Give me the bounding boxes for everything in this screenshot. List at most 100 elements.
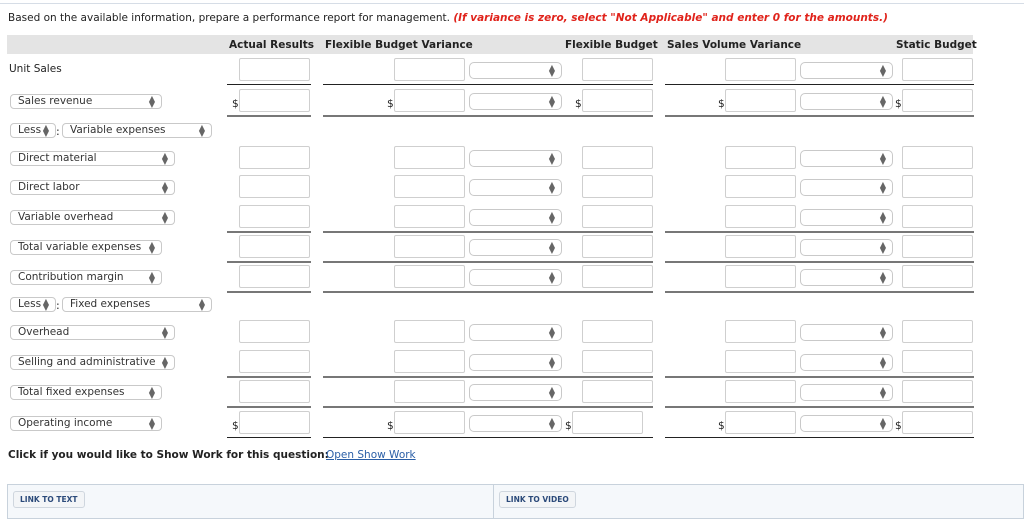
flexible-budget-input[interactable] [582,320,653,343]
static-budget-input[interactable] [902,235,973,258]
static-budget-input[interactable] [902,411,973,434]
static-budget-input[interactable] [902,58,973,81]
flexible-budget-input[interactable] [582,380,653,403]
row-select-total-fixed-expenses[interactable]: Total fixed expenses ▲ ▼ [10,385,162,400]
link-to-text-button[interactable]: LINK TO TEXT [13,491,85,508]
sales-volume-variance-type-select[interactable]: ▲ ▼ [800,384,893,401]
static-budget-input[interactable] [902,350,973,373]
flexible-budget-variance-input[interactable] [394,146,465,169]
sales-volume-variance-input[interactable] [725,380,796,403]
flexible-budget-variance-type-select[interactable]: ▲ ▼ [469,324,562,341]
sales-volume-variance-type-select[interactable]: ▲ ▼ [800,150,893,167]
sales-volume-variance-input[interactable] [725,350,796,373]
flexible-budget-variance-input[interactable] [394,205,465,228]
flexible-budget-variance-type-select[interactable]: ▲ ▼ [469,62,562,79]
flexible-budget-input[interactable] [582,146,653,169]
row-select-total-variable-expenses[interactable]: Total variable expenses ▲ ▼ [10,240,162,255]
sales-volume-variance-type-select[interactable]: ▲ ▼ [800,415,893,432]
flexible-budget-variance-input[interactable] [394,235,465,258]
flexible-budget-input[interactable] [582,350,653,373]
flexible-budget-input[interactable] [582,205,653,228]
actual-results-input[interactable] [239,380,310,403]
less-select[interactable]: Less ▲ ▼ [10,297,56,312]
underline-flexible [323,261,653,263]
flexible-budget-variance-input[interactable] [394,89,465,112]
sales-volume-variance-input[interactable] [725,411,796,434]
flexible-budget-variance-type-select[interactable]: ▲ ▼ [469,150,562,167]
sales-volume-variance-input[interactable] [725,89,796,112]
row-select-operating-income[interactable]: Operating income ▲ ▼ [10,416,162,431]
sales-volume-variance-input[interactable] [725,146,796,169]
sales-volume-variance-input[interactable] [725,58,796,81]
flexible-budget-variance-type-select[interactable]: ▲ ▼ [469,209,562,226]
flexible-budget-variance-type-select[interactable]: ▲ ▼ [469,269,562,286]
header-static-budget: Static Budget [896,39,977,51]
flexible-budget-variance-type-select[interactable]: ▲ ▼ [469,93,562,110]
sales-volume-variance-type-select[interactable]: ▲ ▼ [800,239,893,256]
static-budget-input[interactable] [902,175,973,198]
flexible-budget-variance-input[interactable] [394,58,465,81]
static-budget-input[interactable] [902,320,973,343]
flexible-budget-variance-input[interactable] [394,175,465,198]
sales-volume-variance-type-select[interactable]: ▲ ▼ [800,354,893,371]
flexible-budget-variance-type-select[interactable]: ▲ ▼ [469,415,562,432]
sales-volume-variance-type-select[interactable]: ▲ ▼ [800,62,893,79]
sales-volume-variance-input[interactable] [725,320,796,343]
flexible-budget-variance-input[interactable] [394,320,465,343]
sales-volume-variance-type-select[interactable]: ▲ ▼ [800,269,893,286]
row-select-selling-and-administrative[interactable]: Selling and administrative ▲ ▼ [10,355,175,370]
static-budget-input[interactable] [902,205,973,228]
flexible-budget-variance-type-select[interactable]: ▲ ▼ [469,384,562,401]
row-select-value: Variable expenses [70,124,166,136]
open-show-work-link[interactable]: Open Show Work [326,449,416,461]
actual-results-input[interactable] [239,320,310,343]
sales-volume-variance-type-select[interactable]: ▲ ▼ [800,179,893,196]
sales-volume-variance-input[interactable] [725,265,796,288]
underline-volume-static [665,231,974,233]
flexible-budget-input[interactable] [582,89,653,112]
underline-flexible [323,376,653,378]
actual-results-input[interactable] [239,175,310,198]
row-select-direct-material[interactable]: Direct material ▲ ▼ [10,151,175,166]
flexible-budget-input[interactable] [582,265,653,288]
static-budget-input[interactable] [902,265,973,288]
actual-results-input[interactable] [239,265,310,288]
flexible-budget-variance-input[interactable] [394,380,465,403]
flexible-budget-input[interactable] [582,58,653,81]
row-select-variable-overhead[interactable]: Variable overhead ▲ ▼ [10,210,175,225]
row-select-overhead[interactable]: Overhead ▲ ▼ [10,325,175,340]
link-to-video-button[interactable]: LINK TO VIDEO [499,491,576,508]
flexible-budget-variance-input[interactable] [394,265,465,288]
flexible-budget-input[interactable] [572,411,643,434]
static-budget-input[interactable] [902,380,973,403]
flexible-budget-variance-type-select[interactable]: ▲ ▼ [469,179,562,196]
row-select-direct-labor[interactable]: Direct labor ▲ ▼ [10,180,175,195]
row-select-sales-revenue[interactable]: Sales revenue ▲ ▼ [10,94,162,109]
static-budget-input[interactable] [902,89,973,112]
sales-volume-variance-type-select[interactable]: ▲ ▼ [800,209,893,226]
sales-volume-variance-input[interactable] [725,175,796,198]
sales-volume-variance-type-select[interactable]: ▲ ▼ [800,324,893,341]
actual-results-input[interactable] [239,146,310,169]
flexible-budget-variance-input[interactable] [394,411,465,434]
actual-results-input[interactable] [239,89,310,112]
less-select[interactable]: Less ▲ ▼ [10,123,56,138]
actual-results-input[interactable] [239,58,310,81]
actual-results-input[interactable] [239,350,310,373]
header-flexible-budget: Flexible Budget [565,39,658,51]
sales-volume-variance-input[interactable] [725,205,796,228]
flexible-budget-variance-input[interactable] [394,350,465,373]
row-select-variable-expenses[interactable]: Variable expenses ▲ ▼ [62,123,212,138]
sales-volume-variance-type-select[interactable]: ▲ ▼ [800,93,893,110]
flexible-budget-input[interactable] [582,235,653,258]
flexible-budget-variance-type-select[interactable]: ▲ ▼ [469,354,562,371]
flexible-budget-variance-type-select[interactable]: ▲ ▼ [469,239,562,256]
row-select-fixed-expenses[interactable]: Fixed expenses ▲ ▼ [62,297,212,312]
actual-results-input[interactable] [239,235,310,258]
actual-results-input[interactable] [239,411,310,434]
row-select-contribution-margin[interactable]: Contribution margin ▲ ▼ [10,270,162,285]
flexible-budget-input[interactable] [582,175,653,198]
static-budget-input[interactable] [902,146,973,169]
sales-volume-variance-input[interactable] [725,235,796,258]
actual-results-input[interactable] [239,205,310,228]
